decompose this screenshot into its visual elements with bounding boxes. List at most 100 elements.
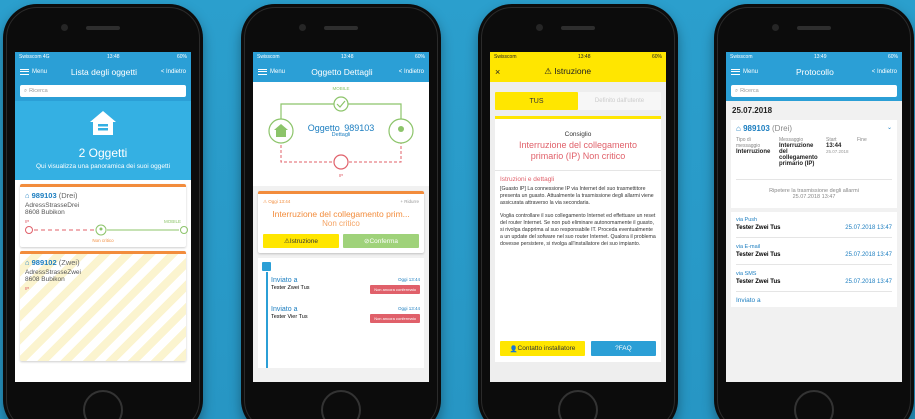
carrier: Swisscom bbox=[257, 53, 280, 60]
status-bar: Swisscom 13:48 60% bbox=[253, 52, 429, 61]
home-icon: ⌂ bbox=[25, 258, 30, 268]
divider bbox=[495, 169, 661, 171]
object-diagram: MOBILE Oggetto 989103 Dettagli IP bbox=[253, 82, 429, 186]
phone-details: Swisscom 13:48 60% Menu Oggetto Dettagli… bbox=[241, 4, 441, 419]
entry-table: Tipo di messaggio Interruzione Messaggio… bbox=[736, 137, 892, 167]
screen-protocol: Swisscom 13:49 60% Menu Protocollo < Ind… bbox=[726, 52, 902, 382]
menu-button[interactable]: Menu bbox=[20, 68, 48, 75]
channel-item: via SMS Tester Zwei Tus 25.07.2018 13:47 bbox=[736, 265, 892, 291]
page-title-line: ⚠ Istruzione bbox=[544, 66, 592, 76]
camera bbox=[772, 24, 779, 31]
menu-label: Menu bbox=[743, 68, 759, 75]
back-button[interactable]: < Indietro bbox=[399, 69, 424, 75]
home-button[interactable] bbox=[558, 390, 598, 419]
faq-label: FAQ bbox=[618, 345, 632, 352]
menu-label: Menu bbox=[32, 68, 48, 75]
confirm-button[interactable]: ⊘ Conferma bbox=[343, 234, 419, 248]
search-input[interactable]: ⌕ Ricerca bbox=[731, 85, 897, 97]
channel-time: 25.07.2018 13:47 bbox=[845, 279, 892, 285]
alarm-actions: ⚠ Istruzione ⊘ Conferma bbox=[263, 234, 419, 248]
menu-button[interactable]: Menu bbox=[731, 68, 759, 75]
object-id: 989103 bbox=[31, 191, 57, 201]
start-date: 25.07.2018 bbox=[826, 149, 849, 154]
status-bar: Swisscom 13:48 60% bbox=[490, 52, 666, 61]
instruction-actions: 👤 Contatto installatore ? FAQ bbox=[500, 341, 656, 356]
alarm-state: Non critico bbox=[322, 219, 360, 228]
menu-label: Menu bbox=[270, 68, 286, 75]
channel-name: via SMS bbox=[736, 271, 757, 277]
object-card[interactable]: ⌂ 989103 (Drei) AdressStrasseDrei 8608 B… bbox=[20, 184, 188, 248]
menu-icon bbox=[258, 68, 267, 75]
details-link[interactable]: Dettagli bbox=[253, 132, 429, 138]
overview-hero: 2 Oggetti Qui visualizza una panoramica … bbox=[15, 101, 191, 181]
channel-name: via E-mail bbox=[736, 244, 761, 250]
back-button[interactable]: < Indietro bbox=[161, 69, 186, 75]
nav-bar: Menu Oggetto Dettagli < Indietro bbox=[253, 61, 429, 82]
close-icon[interactable]: × bbox=[495, 67, 500, 77]
contact-label: Contatto installatore bbox=[517, 345, 576, 352]
search-input[interactable]: ⌕ Ricerca bbox=[20, 85, 186, 97]
status-badge: Non ancora confermato bbox=[370, 314, 420, 323]
back-button[interactable]: < Indietro bbox=[872, 69, 897, 75]
search-icon: ⌕ bbox=[735, 87, 739, 94]
instruction-button[interactable]: ⚠ Istruzione bbox=[263, 234, 339, 248]
object-name: (Zwei) bbox=[58, 258, 80, 268]
advice-kicker: Consiglio bbox=[564, 131, 592, 138]
reduce-button[interactable]: + Ridurre bbox=[400, 199, 419, 205]
protocol-entry[interactable]: ⌂ 989103 (Drei) ⌄ Tipo di messaggio Inte… bbox=[731, 120, 897, 208]
faq-button[interactable]: ? FAQ bbox=[590, 341, 656, 356]
object-name: (Drei) bbox=[58, 191, 78, 201]
menu-icon bbox=[20, 68, 29, 75]
timeline-time: Oggi 13:44 bbox=[397, 306, 420, 311]
speaker bbox=[797, 26, 831, 30]
clock: 13:49 bbox=[813, 53, 827, 60]
contact-installer-button[interactable]: 👤 Contatto installatore bbox=[500, 341, 585, 356]
object-id-line: ⌂ 989103 (Drei) bbox=[25, 191, 181, 200]
object-card[interactable]: ⌂ 989102 (Zwei) AdressStrasseZwei 8608 B… bbox=[20, 251, 186, 362]
object-id-line: ⌂ 989103 (Drei) bbox=[736, 124, 792, 133]
camera bbox=[299, 24, 306, 31]
instruction-paragraph: Voglia controllare il suo collegamento I… bbox=[500, 212, 656, 247]
connection-diagram bbox=[25, 224, 188, 236]
carrier: Swisscom 4G bbox=[19, 53, 50, 60]
search-placeholder: Ricerca bbox=[29, 88, 48, 94]
object-city: 8608 Bubikon bbox=[25, 276, 65, 284]
clock: 13:48 bbox=[577, 53, 591, 60]
timeline-line bbox=[266, 272, 268, 368]
object-id: 989102 bbox=[31, 258, 57, 268]
channel-time: 25.07.2018 13:47 bbox=[845, 252, 892, 258]
tab-tus[interactable]: TUS bbox=[495, 92, 578, 110]
alarm-card: ⚠ Oggi 13:44 + Ridurre Interruzione del … bbox=[258, 191, 424, 253]
message-type: Interruzione bbox=[736, 149, 771, 155]
timeline-item: Inviato a Oggi 13:44 Tester Zwei Tus Non… bbox=[271, 277, 420, 294]
channel-time: 25.07.2018 13:47 bbox=[845, 225, 892, 231]
clock: 13:48 bbox=[340, 53, 354, 60]
phone-list: Swisscom 4G 13:48 60% Menu Lista degli o… bbox=[3, 4, 203, 419]
chevron-down-icon[interactable]: ⌄ bbox=[887, 124, 892, 133]
protocol-date: 25.07.2018 bbox=[732, 106, 773, 115]
search-bar: ⌕ Ricerca bbox=[15, 82, 191, 101]
menu-button[interactable]: Menu bbox=[258, 68, 286, 75]
page-title: Oggetto Dettagli bbox=[311, 66, 373, 77]
search-bar: ⌕ Ricerca bbox=[726, 82, 902, 101]
nav-bar: Menu Protocollo < Indietro bbox=[726, 61, 902, 82]
home-button[interactable] bbox=[83, 390, 123, 419]
object-id: 989103 bbox=[743, 124, 770, 133]
channel-item: via E-mail Tester Zwei Tus 25.07.2018 13… bbox=[736, 238, 892, 264]
overview-text: Qui visualizza una panoramica dei suoi o… bbox=[35, 163, 171, 170]
tab-user-defined[interactable]: Definito dall'utente bbox=[578, 92, 661, 110]
nav-bar: Menu Lista degli oggetti < Indietro bbox=[15, 61, 191, 82]
message-text: Interruzione del collegamento primario (… bbox=[779, 143, 818, 167]
speaker bbox=[86, 26, 120, 30]
home-button[interactable] bbox=[321, 390, 361, 419]
page-title: Protocollo bbox=[796, 66, 834, 77]
repeat-time: 25.07.2018 13:47 bbox=[792, 194, 836, 200]
home-icon: ⌂ bbox=[736, 124, 741, 133]
tabs: TUS Definito dall'utente bbox=[495, 92, 661, 110]
timeline-label: Inviato a bbox=[271, 277, 298, 284]
column-header: Fine bbox=[857, 137, 867, 143]
home-button[interactable] bbox=[794, 390, 834, 419]
screen-instruction: Swisscom 13:48 60% × ⚠ Istruzione TUS De… bbox=[490, 52, 666, 382]
channel-list: via Push Tester Zwei Tus 25.07.2018 13:4… bbox=[731, 212, 897, 307]
alarm-title: Interruzione del collegamento prim... bbox=[272, 209, 410, 219]
